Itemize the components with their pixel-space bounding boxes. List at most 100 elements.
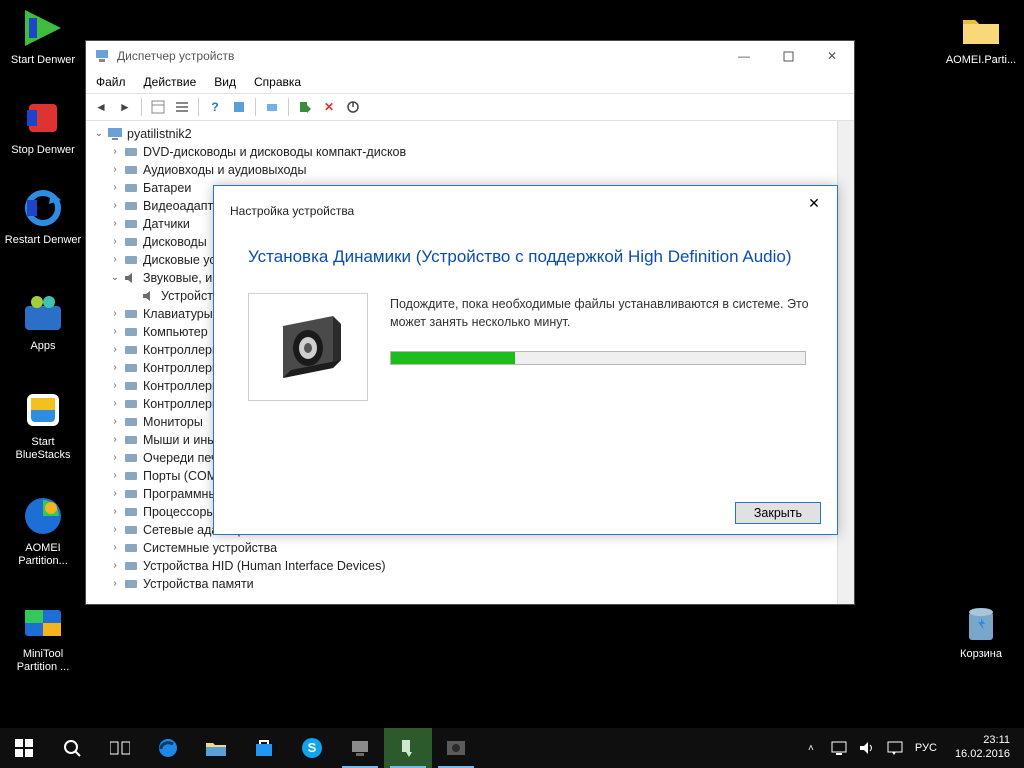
device-manager-icon: [94, 48, 110, 64]
menu-help[interactable]: Справка: [248, 73, 307, 91]
device-category-icon: [122, 468, 140, 484]
dialog-body-text: Подождите, пока необходимые файлы устана…: [390, 293, 821, 401]
tree-row[interactable]: ⌄pyatilistnik2: [90, 125, 837, 143]
taskbar-app-device-manager[interactable]: [336, 728, 384, 768]
taskbar-app-installer[interactable]: [384, 728, 432, 768]
tree-label: Датчики: [143, 215, 190, 233]
tree-label: Аудиовходы и аудиовыходы: [143, 161, 306, 179]
device-category-icon: [122, 270, 140, 286]
desktop-icon-aomei-folder[interactable]: AOMEI.Parti...: [942, 6, 1020, 67]
close-button[interactable]: Закрыть: [735, 502, 821, 524]
device-category-icon: [122, 252, 140, 268]
tree-label: Клавиатуры: [143, 305, 213, 323]
device-category-icon: [122, 162, 140, 178]
taskbar-app-settings[interactable]: [432, 728, 480, 768]
edge-icon[interactable]: [144, 728, 192, 768]
tree-label: Компьютер: [143, 323, 208, 341]
tree-row[interactable]: ›Устройства HID (Human Interface Devices…: [90, 557, 837, 575]
device-category-icon: [122, 486, 140, 502]
menu-view[interactable]: Вид: [208, 73, 242, 91]
tray-chevron-icon[interactable]: ˄: [803, 740, 819, 756]
uninstall-icon[interactable]: ✕: [320, 98, 338, 116]
device-category-icon: [122, 198, 140, 214]
action-center-icon[interactable]: [887, 740, 903, 756]
device-category-icon: [122, 306, 140, 322]
device-category-icon: [122, 450, 140, 466]
desktop-icon-restart-denwer[interactable]: Restart Denwer: [4, 186, 82, 247]
menu-action[interactable]: Действие: [138, 73, 203, 91]
maximize-button[interactable]: [766, 41, 810, 71]
dialog-heading: Установка Динамики (Устройство с поддерж…: [230, 246, 821, 269]
help-icon[interactable]: ?: [206, 98, 224, 116]
desktop-icon-minitool[interactable]: MiniTool Partition ...: [4, 600, 82, 674]
clock[interactable]: 23:11 16.02.2016: [949, 734, 1016, 762]
desktop-icon-aomei[interactable]: AOMEI Partition...: [4, 494, 82, 568]
device-setup-dialog: ✕ Настройка устройства Установка Динамик…: [213, 185, 838, 535]
list-icon[interactable]: [173, 98, 191, 116]
menubar: Файл Действие Вид Справка: [86, 71, 854, 93]
dialog-subtitle: Настройка устройства: [230, 204, 821, 218]
language-indicator[interactable]: РУС: [915, 742, 937, 754]
scan-hardware-icon[interactable]: [263, 98, 281, 116]
back-icon[interactable]: ◄: [92, 98, 110, 116]
dialog-close-icon[interactable]: ✕: [801, 192, 827, 214]
disable-icon[interactable]: [344, 98, 362, 116]
device-category-icon: [122, 324, 140, 340]
properties-icon[interactable]: [230, 98, 248, 116]
tree-label: pyatilistnik2: [127, 125, 192, 143]
tree-label: Дисководы: [143, 233, 207, 251]
device-category-icon: [140, 288, 158, 304]
device-category-icon: [122, 216, 140, 232]
search-icon[interactable]: [48, 728, 96, 768]
store-icon[interactable]: [240, 728, 288, 768]
forward-icon[interactable]: ►: [116, 98, 134, 116]
start-button[interactable]: [0, 728, 48, 768]
network-icon[interactable]: [831, 740, 847, 756]
close-button[interactable]: ✕: [810, 41, 854, 71]
tree-row[interactable]: ›DVD-дисководы и дисководы компакт-диско…: [90, 143, 837, 161]
minimize-button[interactable]: —: [722, 41, 766, 71]
device-category-icon: [122, 504, 140, 520]
svg-text:S: S: [308, 740, 317, 755]
tree-row[interactable]: ›Системные устройства: [90, 539, 837, 557]
device-category-icon: [122, 378, 140, 394]
device-category-icon: [122, 234, 140, 250]
update-driver-icon[interactable]: [296, 98, 314, 116]
tree-label: Системные устройства: [143, 539, 277, 557]
device-category-icon: [106, 126, 124, 142]
volume-icon[interactable]: [859, 740, 875, 756]
device-category-icon: [122, 180, 140, 196]
tree-row[interactable]: ›Аудиовходы и аудиовыходы: [90, 161, 837, 179]
task-view-icon[interactable]: [96, 728, 144, 768]
menu-file[interactable]: Файл: [90, 73, 132, 91]
device-category-icon: [122, 360, 140, 376]
toolbar: ◄ ► ? ✕: [86, 93, 854, 121]
device-category-icon: [122, 396, 140, 412]
device-category-icon: [122, 540, 140, 556]
desktop-icon-apps[interactable]: Apps: [4, 292, 82, 353]
tree-label: Устройства памяти: [143, 575, 254, 593]
explorer-icon[interactable]: [192, 728, 240, 768]
desktop-icon-stop-denwer[interactable]: Stop Denwer: [4, 96, 82, 157]
desktop-icon-bluestacks[interactable]: Start BlueStacks: [4, 388, 82, 462]
tree-label: Мониторы: [143, 413, 203, 431]
tree-label: DVD-дисководы и дисководы компакт-дисков: [143, 143, 406, 161]
device-category-icon: [122, 576, 140, 592]
speaker-icon: [248, 293, 368, 401]
tree-label: Устройства HID (Human Interface Devices): [143, 557, 386, 575]
device-category-icon: [122, 522, 140, 538]
desktop-icon-recycle-bin[interactable]: Корзина: [942, 600, 1020, 661]
taskbar: S ˄ РУС 23:11 16.02.2016: [0, 728, 1024, 768]
tree-label: Батареи: [143, 179, 191, 197]
skype-icon[interactable]: S: [288, 728, 336, 768]
device-category-icon: [122, 144, 140, 160]
titlebar[interactable]: Диспетчер устройств — ✕: [86, 41, 854, 71]
device-category-icon: [122, 342, 140, 358]
detail-icon[interactable]: [149, 98, 167, 116]
desktop-icon-start-denwer[interactable]: Start Denwer: [4, 6, 82, 67]
scrollbar[interactable]: [837, 121, 854, 604]
tree-label: Процессоры: [143, 503, 215, 521]
window-title: Диспетчер устройств: [117, 49, 722, 63]
progress-bar: [390, 351, 806, 365]
tree-row[interactable]: ›Устройства памяти: [90, 575, 837, 593]
